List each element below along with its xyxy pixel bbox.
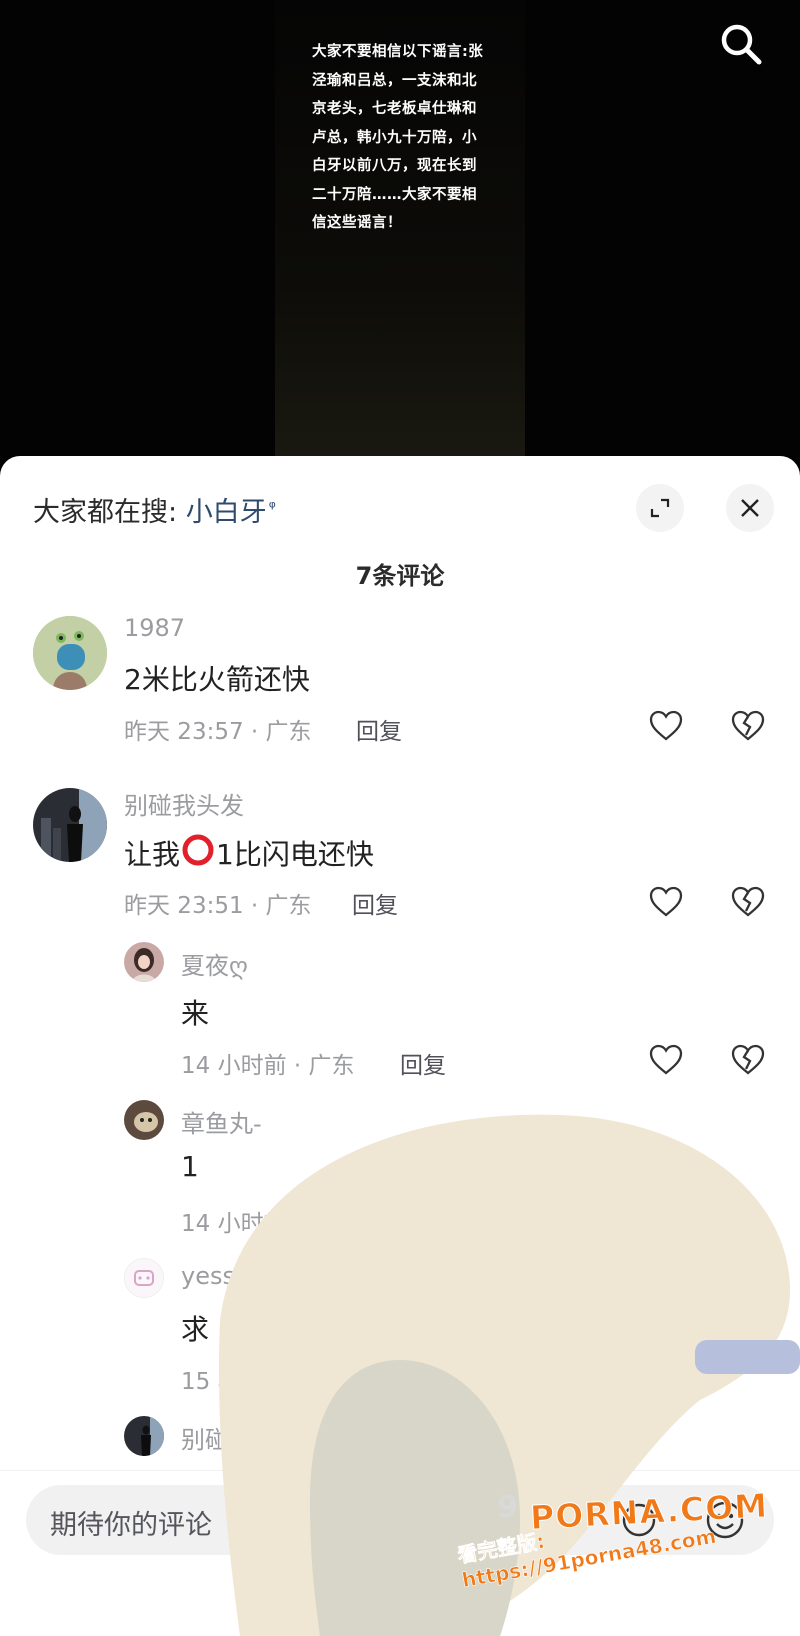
avatar[interactable] [33,616,107,690]
dislike-broken-heart-icon[interactable] [730,708,766,744]
video-overlay-text: 大家不要相信以下谣言:张泾瑜和吕总，一支沫和北京老头，七老板卓仕琳和卢总，韩小九… [312,44,484,231]
comment-count-title: 7条评论 [355,562,445,590]
comment-text-end: 1比闪电还快 [216,838,374,871]
comment-sheet: 大家都在搜: 小白牙 ᵠ 7条评论 1987 2米比火箭还快 昨天 23:57 ·… [0,456,800,1636]
comment-text-start: 让我 [124,838,181,871]
comment-text: 2米比火箭还快 [124,663,310,696]
heart-icon[interactable] [648,1042,684,1078]
reply-username[interactable]: 章鱼丸- [181,1104,262,1139]
red-circle-emoji [181,833,215,867]
dislike-broken-heart-icon[interactable] [730,1042,766,1078]
reply-button[interactable]: 回复 [356,712,402,746]
reply-text: 求 [181,1313,210,1346]
avatar[interactable] [124,942,164,982]
expand-icon [650,498,670,518]
reply-time-location: 15 小 [181,1369,241,1395]
comment-time-location: 昨天 23:57 · 广东 [124,719,312,745]
reply-username[interactable]: yesss [181,1262,247,1290]
avatar[interactable] [124,1416,164,1456]
comment-input-placeholder: 期待你的评论 [50,1510,212,1541]
hot-search-bar[interactable]: 大家都在搜: 小白牙 ᵠ [33,490,276,529]
reply-button[interactable]: 回复 [352,886,398,920]
reply-text: 1 [181,1150,199,1183]
reply-time-location: 14 小时前 · 广东 [181,1053,355,1079]
reply-username[interactable]: 夏夜ღ [181,946,248,981]
video-player[interactable]: 大家不要相信以下谣言:张泾瑜和吕总，一支沫和北京老头，七老板卓仕琳和卢总，韩小九… [0,0,800,470]
comment-text: 让我 1比闪电还快 [124,830,374,873]
hot-search-label: 大家都在搜: [33,497,186,528]
dislike-broken-heart-icon[interactable] [730,884,766,920]
reply-text: 来 [181,997,210,1030]
reply-button[interactable]: 回复 [400,1046,446,1080]
close-button[interactable] [726,484,774,532]
close-icon [741,499,759,517]
reply-time-location: 14 小时前 [181,1211,287,1237]
hot-search-term[interactable]: 小白牙 [186,497,267,528]
comment-time-location: 昨天 23:51 · 广东 [124,893,312,919]
heart-icon[interactable] [648,884,684,920]
heart-icon[interactable] [648,708,684,744]
expand-button[interactable] [636,484,684,532]
avatar[interactable] [124,1258,164,1298]
comment-username[interactable]: 别碰我头发 [124,786,244,821]
avatar[interactable] [124,1100,164,1140]
avatar[interactable] [33,788,107,862]
watermark-prefix: 9 [497,1490,518,1525]
search-icon[interactable] [716,20,766,70]
search-small-icon: ᵠ [268,498,276,518]
comment-username[interactable]: 1987 [124,614,185,642]
reply-username[interactable]: 别碰我 [181,1420,253,1455]
